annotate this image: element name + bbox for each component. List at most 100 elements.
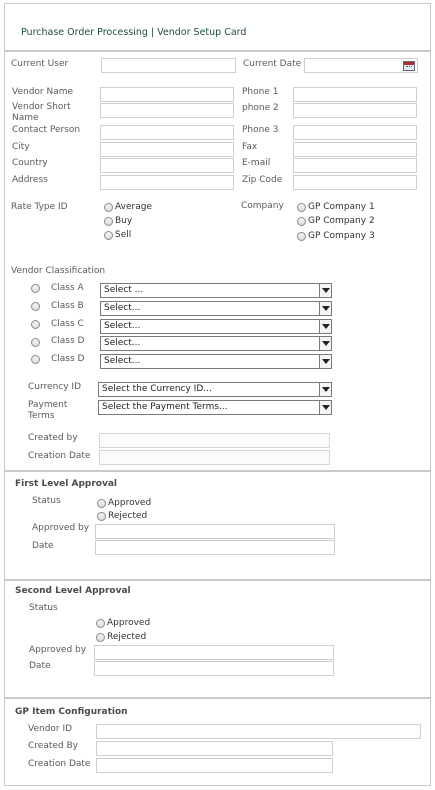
rate-type-buy-radio[interactable]: Buy	[104, 216, 132, 226]
first-approved-by-input[interactable]	[95, 524, 335, 539]
address-input[interactable]	[100, 175, 234, 190]
vendor-classification-label: Vendor Classification	[11, 266, 106, 276]
first-status-label: Status	[32, 496, 61, 506]
first-approved-by-label: Approved by	[32, 523, 90, 533]
radio-icon	[297, 216, 306, 226]
page-title: Purchase Order Processing | Vendor Setup…	[21, 27, 247, 38]
current-date-input[interactable]	[304, 58, 418, 73]
radio-icon	[104, 216, 113, 226]
phone1-label: Phone 1	[242, 87, 279, 97]
radio-icon	[297, 202, 306, 212]
gp-created-by-label: Created By	[28, 741, 78, 751]
current-date-label: Current Date	[243, 59, 302, 69]
radio-icon	[104, 202, 113, 212]
class-a-radio[interactable]	[31, 284, 42, 293]
country-label: Country	[12, 158, 48, 168]
gp-created-by-input[interactable]	[96, 741, 333, 756]
city-input[interactable]	[100, 142, 234, 157]
class-d-radio[interactable]	[31, 338, 42, 347]
radio-icon	[31, 302, 40, 311]
vendor-short-name-label: Vendor Short Name	[12, 102, 71, 123]
class-d-label: Class D	[51, 336, 85, 346]
second-approval-panel: Second Level Approval Status Approved Re…	[4, 580, 431, 698]
creation-date-input[interactable]	[99, 450, 330, 465]
city-label: City	[12, 142, 30, 152]
current-user-input[interactable]	[101, 58, 236, 73]
phone3-input[interactable]	[293, 125, 417, 140]
radio-icon	[97, 511, 106, 521]
class-c-select[interactable]: Select...	[100, 319, 332, 334]
radio-icon	[96, 618, 105, 628]
email-label: E-mail	[242, 158, 271, 168]
first-approval-title: First Level Approval	[15, 479, 117, 489]
vendor-form-panel: Current User Current Date Vendor Name Ve…	[4, 51, 431, 471]
phone2-label: phone 2	[242, 103, 279, 113]
first-date-input[interactable]	[95, 540, 335, 555]
radio-icon	[104, 230, 113, 240]
class-a-select[interactable]: Select ...	[100, 283, 332, 298]
address-label: Address	[12, 175, 48, 185]
second-date-label: Date	[29, 661, 51, 671]
class-c-radio[interactable]	[31, 320, 42, 329]
radio-icon	[31, 338, 40, 347]
phone3-label: Phone 3	[242, 125, 279, 135]
calendar-icon[interactable]	[403, 61, 415, 71]
contact-person-input[interactable]	[100, 125, 234, 140]
radio-icon	[31, 355, 40, 364]
email-input[interactable]	[293, 158, 417, 173]
radio-icon	[97, 498, 106, 508]
class-d2-select[interactable]: Select...	[100, 354, 332, 369]
gp-creation-date-label: Creation Date	[28, 759, 91, 769]
second-rejected-radio[interactable]: Rejected	[96, 632, 146, 642]
creation-date-label: Creation Date	[28, 451, 91, 461]
payment-terms-select[interactable]: Select the Payment Terms...	[98, 400, 332, 415]
company-1-radio[interactable]: GP Company 1	[297, 202, 375, 212]
class-b-label: Class B	[51, 301, 84, 311]
rate-type-average-radio[interactable]: Average	[104, 202, 152, 212]
created-by-input[interactable]	[99, 433, 330, 448]
header-panel: Purchase Order Processing | Vendor Setup…	[4, 3, 431, 51]
class-b-radio[interactable]	[31, 302, 42, 311]
vendor-name-input[interactable]	[100, 87, 234, 102]
chevron-down-icon	[319, 302, 331, 315]
first-rejected-radio[interactable]: Rejected	[97, 511, 147, 521]
chevron-down-icon	[319, 401, 331, 414]
company-3-radio[interactable]: GP Company 3	[297, 231, 375, 241]
company-label: Company	[241, 201, 284, 211]
second-date-input[interactable]	[94, 661, 334, 676]
vendor-name-label: Vendor Name	[12, 87, 74, 97]
second-approved-by-input[interactable]	[94, 645, 334, 660]
payment-terms-label: Payment Terms	[28, 400, 68, 421]
radio-icon	[96, 632, 105, 642]
company-2-radio[interactable]: GP Company 2	[297, 216, 375, 226]
rate-type-label: Rate Type ID	[11, 202, 68, 212]
gp-item-title: GP Item Configuration	[15, 707, 128, 717]
gp-item-panel: GP Item Configuration Vendor ID Created …	[4, 698, 431, 786]
rate-type-sell-radio[interactable]: Sell	[104, 230, 131, 240]
class-d2-radio[interactable]	[31, 355, 42, 364]
radio-icon	[31, 320, 40, 329]
vendor-short-name-input[interactable]	[100, 103, 234, 118]
phone1-input[interactable]	[293, 87, 417, 102]
class-b-select[interactable]: Select...	[100, 301, 332, 316]
chevron-down-icon	[319, 284, 331, 297]
chevron-down-icon	[319, 383, 331, 396]
second-approved-radio[interactable]: Approved	[96, 618, 150, 628]
first-approved-radio[interactable]: Approved	[97, 498, 151, 508]
country-input[interactable]	[100, 158, 234, 173]
fax-label: Fax	[242, 142, 258, 152]
gp-creation-date-input[interactable]	[96, 758, 333, 773]
created-by-label: Created by	[28, 433, 78, 443]
vendor-id-label: Vendor ID	[28, 724, 73, 734]
zip-code-input[interactable]	[293, 175, 417, 190]
class-a-label: Class A	[51, 283, 84, 293]
second-status-label: Status	[29, 603, 58, 613]
phone2-input[interactable]	[293, 103, 417, 118]
vendor-id-input[interactable]	[96, 724, 421, 739]
chevron-down-icon	[319, 320, 331, 333]
fax-input[interactable]	[293, 142, 417, 157]
currency-id-select[interactable]: Select the Currency ID...	[98, 382, 332, 397]
class-d-select[interactable]: Select...	[100, 336, 332, 351]
radio-icon	[297, 231, 306, 241]
currency-id-label: Currency ID	[28, 382, 81, 392]
